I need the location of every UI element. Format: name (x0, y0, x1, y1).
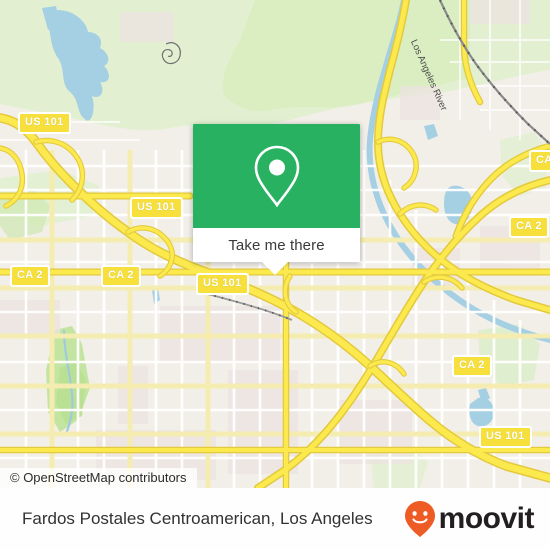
road-shield-us101-ctr[interactable]: US 101 (196, 273, 249, 295)
road-shield-ca2-west[interactable]: CA 2 (10, 265, 50, 287)
moovit-logo[interactable]: moovit (403, 500, 535, 538)
moovit-map-screenshot: US 101 US 101 CA 2 CA 2 US 101 CA CA 2 C… (0, 0, 550, 550)
popup-pointer-arrow (262, 262, 288, 275)
road-shield-ca2-west2[interactable]: CA 2 (101, 265, 141, 287)
place-title: Fardos Postales Centroamerican, Los Ange… (22, 509, 373, 528)
take-me-there-label: Take me there (228, 236, 325, 254)
page-footer: Fardos Postales Centroamerican, Los Ange… (0, 488, 550, 550)
map-pin-icon (254, 145, 299, 208)
map-canvas[interactable]: US 101 US 101 CA 2 CA 2 US 101 CA CA 2 C… (0, 0, 550, 488)
popup-pin-area (193, 124, 360, 228)
road-shield-ca2-east[interactable]: CA 2 (509, 216, 549, 238)
road-shield-us101-nw[interactable]: US 101 (18, 112, 71, 134)
moovit-smiley-pin-icon (404, 501, 435, 537)
moovit-wordmark: moovit (438, 502, 535, 535)
road-shield-ca2-se[interactable]: CA 2 (452, 355, 492, 377)
location-popup-card[interactable]: Take me there (193, 124, 360, 262)
road-shield-ca-ne[interactable]: CA (529, 150, 550, 172)
osm-attribution[interactable]: © OpenStreetMap contributors (0, 468, 197, 488)
road-shield-us101-mid[interactable]: US 101 (130, 197, 183, 219)
popup-action-bar[interactable]: Take me there (193, 228, 360, 262)
road-shield-us101-se[interactable]: US 101 (479, 426, 532, 448)
